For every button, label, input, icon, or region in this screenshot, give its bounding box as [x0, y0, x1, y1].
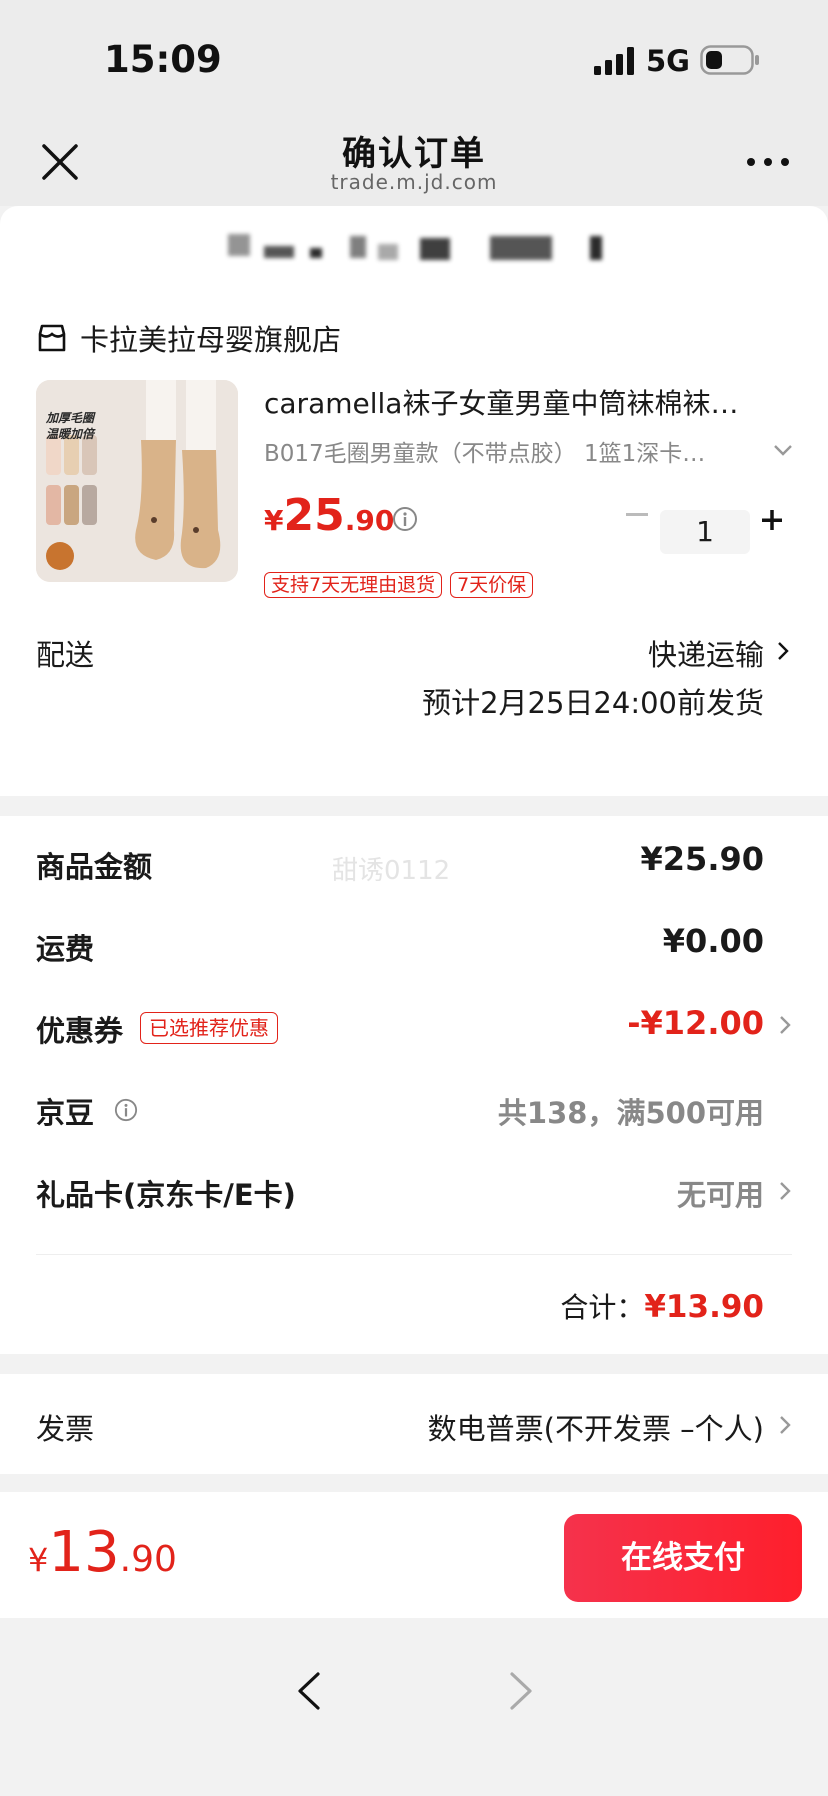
- delivery-label: 配送: [36, 638, 95, 672]
- service-tag: 7天价保: [450, 572, 534, 598]
- shop-name: 卡拉美拉母婴旗舰店: [80, 323, 342, 357]
- total-symbol: ¥: [28, 1541, 49, 1579]
- image-caption-line: 加厚毛圈: [46, 411, 95, 425]
- watermark: 甜诱0112: [332, 856, 451, 886]
- product-image[interactable]: 加厚毛圈 温暖加倍: [36, 380, 238, 582]
- price-decimal: .90: [344, 504, 395, 537]
- network-label: 5G: [646, 44, 690, 78]
- order-card: 卡拉美拉母婴旗舰店 加厚毛圈 温暖加倍 caramella袜子女童男童中筒袜棉袜…: [0, 284, 828, 796]
- delivery-method[interactable]: 快递运输: [648, 632, 764, 674]
- chevron-right-icon[interactable]: [776, 640, 790, 662]
- total-value: ¥13.90: [644, 1289, 764, 1325]
- page-url: trade.m.jd.com: [330, 170, 498, 194]
- total-row: 合计： ¥13.90: [560, 1286, 764, 1326]
- checkout-bar: ¥ 13 .90 在线支付: [0, 1492, 828, 1618]
- chevron-right-icon[interactable]: [778, 1414, 792, 1436]
- product-spec[interactable]: B017毛圈男童款（不带点胶） 1篮1深卡…: [264, 434, 754, 468]
- coupon-label: 优惠券: [36, 1014, 124, 1048]
- store-icon: [38, 324, 66, 352]
- quantity-increase-button[interactable]: [760, 508, 784, 532]
- redacted-address: [264, 246, 294, 258]
- redacted-address: [590, 236, 602, 260]
- redacted-address: [310, 248, 322, 258]
- chevron-right-icon[interactable]: [778, 1014, 792, 1036]
- redacted-address: [490, 236, 552, 260]
- nav-bar: 确认订单 trade.m.jd.com: [0, 118, 828, 206]
- price-summary-card: 甜诱0112 商品金额 ¥25.90 运费 ¥0.00 优惠券 已选推荐优惠 -…: [0, 816, 828, 1354]
- product-price: ¥ 25 .90: [264, 490, 394, 541]
- page-title: 确认订单: [342, 134, 486, 174]
- back-icon[interactable]: [294, 1670, 324, 1712]
- goods-amount-label: 商品金额: [36, 850, 153, 884]
- delivery-estimate: 预计2月25日24:00前发货: [422, 686, 764, 720]
- chevron-down-icon[interactable]: [772, 442, 794, 458]
- service-tags: 支持7天无理由退货 7天价保: [264, 572, 534, 598]
- goods-amount-value: ¥25.90: [640, 840, 764, 878]
- price-integer: 25: [283, 490, 345, 541]
- giftcard-label: 礼品卡(京东卡/E卡): [36, 1178, 296, 1212]
- signal-icon: [594, 47, 634, 75]
- info-icon[interactable]: [392, 506, 418, 532]
- total-integer: 13: [48, 1520, 120, 1585]
- giftcard-value[interactable]: 无可用: [677, 1172, 764, 1214]
- info-icon[interactable]: [114, 1098, 138, 1122]
- invoice-label: 发票: [36, 1412, 95, 1446]
- invoice-value: 数电普票(不开发票 –个人): [427, 1412, 764, 1446]
- redacted-address: [228, 234, 250, 256]
- product-title[interactable]: caramella袜子女童男童中筒袜棉袜…: [264, 382, 778, 422]
- redacted-address: [378, 244, 398, 260]
- jingdou-value: 共138，满500可用: [497, 1096, 764, 1130]
- divider: [36, 1254, 792, 1255]
- product-image-caption: 加厚毛圈 温暖加倍: [46, 410, 94, 442]
- total-label: 合计：: [560, 1291, 645, 1324]
- chevron-right-icon[interactable]: [778, 1180, 792, 1202]
- price-symbol: ¥: [264, 504, 284, 537]
- address-card[interactable]: [0, 206, 828, 284]
- shipping-value: ¥0.00: [662, 922, 764, 960]
- more-icon[interactable]: [746, 152, 790, 172]
- total-decimal: .90: [119, 1539, 177, 1580]
- service-tag: 支持7天无理由退货: [264, 572, 443, 598]
- invoice-row[interactable]: 发票 数电普票(不开发票 –个人): [0, 1374, 828, 1474]
- coupon-badge: 已选推荐优惠: [140, 1012, 278, 1044]
- quantity-input[interactable]: 1: [660, 510, 750, 554]
- coupon-value[interactable]: -¥12.00: [627, 1004, 764, 1042]
- shop-row[interactable]: 卡拉美拉母婴旗舰店: [36, 320, 342, 357]
- image-caption-line: 温暖加倍: [46, 427, 95, 441]
- forward-icon[interactable]: [506, 1670, 536, 1712]
- jingdou-label: 京豆: [36, 1096, 95, 1130]
- redacted-address: [420, 238, 450, 260]
- quantity-decrease-button[interactable]: [624, 512, 650, 518]
- browser-toolbar: [0, 1618, 828, 1796]
- status-bar: 15:09 5G: [0, 0, 828, 118]
- battery-icon: [700, 45, 759, 75]
- shipping-label: 运费: [36, 932, 95, 966]
- pay-online-button[interactable]: 在线支付: [564, 1514, 802, 1602]
- status-time: 15:09: [104, 38, 222, 81]
- checkout-total: ¥ 13 .90: [28, 1520, 177, 1585]
- redacted-address: [350, 236, 366, 258]
